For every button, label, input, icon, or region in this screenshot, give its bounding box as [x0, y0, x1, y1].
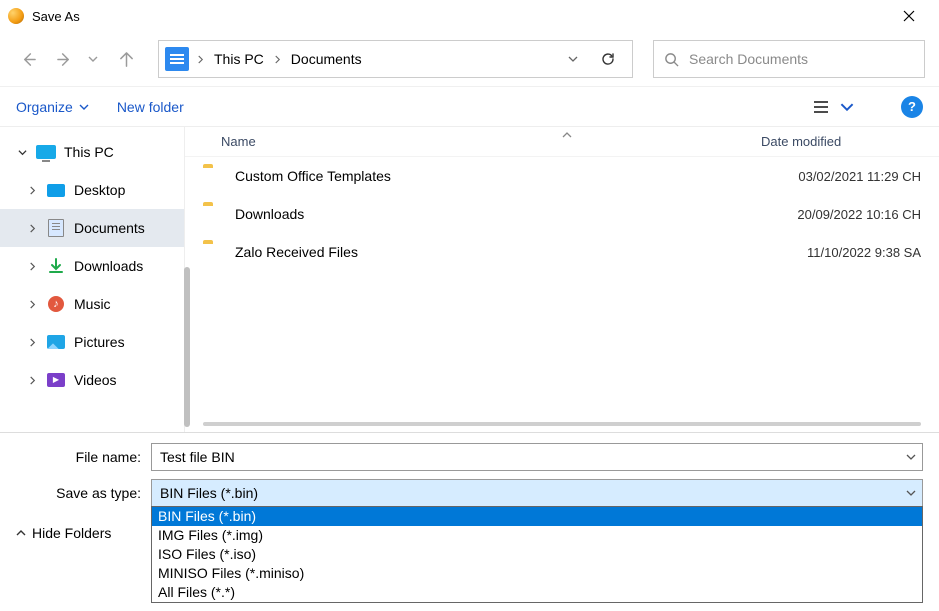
file-date: 20/09/2022 10:16 CH — [761, 207, 921, 222]
file-date: 03/02/2021 11:29 CH — [761, 169, 921, 184]
address-history-dropdown[interactable] — [562, 54, 584, 64]
expand-icon[interactable] — [26, 262, 38, 271]
arrow-up-icon — [119, 52, 134, 67]
folder-row[interactable]: Downloads 20/09/2022 10:16 CH — [185, 195, 939, 233]
chevron-down-icon — [88, 54, 98, 64]
expand-icon[interactable] — [26, 224, 38, 233]
tree-item-this-pc[interactable]: This PC — [0, 133, 184, 171]
folder-row[interactable]: Custom Office Templates 03/02/2021 11:29… — [185, 157, 939, 195]
list-view-icon — [813, 100, 829, 114]
file-name: Zalo Received Files — [235, 244, 761, 260]
sort-indicator-icon — [562, 127, 572, 142]
nav-forward-button[interactable] — [50, 45, 78, 73]
tree-label: Documents — [74, 220, 176, 236]
organize-label: Organize — [16, 99, 73, 115]
file-name-label: File name: — [16, 449, 151, 465]
hide-folders-label: Hide Folders — [32, 525, 111, 541]
tree-label: This PC — [64, 144, 176, 160]
expand-icon[interactable] — [26, 186, 38, 195]
refresh-icon — [600, 51, 616, 67]
pictures-icon — [47, 335, 65, 349]
save-type-value: BIN Files (*.bin) — [160, 485, 258, 501]
documents-icon — [48, 219, 64, 237]
search-box[interactable]: Search Documents — [653, 40, 925, 78]
hide-folders-button[interactable]: Hide Folders — [16, 525, 111, 541]
desktop-icon — [47, 184, 65, 197]
type-option[interactable]: ISO Files (*.iso) — [152, 545, 922, 564]
expand-icon[interactable] — [26, 300, 38, 309]
nav-up-button[interactable] — [112, 45, 140, 73]
folder-row[interactable]: Zalo Received Files 11/10/2022 9:38 SA — [185, 233, 939, 271]
downloads-icon — [46, 257, 66, 275]
videos-icon — [47, 373, 65, 387]
arrow-right-icon — [57, 52, 72, 67]
tree-label: Desktop — [74, 182, 176, 198]
tree-item-documents[interactable]: Documents — [0, 209, 184, 247]
tree-item-desktop[interactable]: Desktop — [0, 171, 184, 209]
help-button[interactable]: ? — [901, 96, 923, 118]
column-header-name[interactable]: Name — [203, 134, 761, 149]
arrow-left-icon — [21, 52, 36, 67]
file-list-scrollbar[interactable] — [203, 422, 921, 426]
tree-item-pictures[interactable]: Pictures — [0, 323, 184, 361]
tree-item-downloads[interactable]: Downloads — [0, 247, 184, 285]
type-option[interactable]: IMG Files (*.img) — [152, 526, 922, 545]
breadcrumb-sep-icon — [195, 55, 206, 64]
save-type-dropdown-icon — [906, 485, 916, 501]
view-options-button[interactable] — [813, 100, 855, 114]
breadcrumb-documents[interactable]: Documents — [289, 49, 364, 69]
nav-back-button[interactable] — [14, 45, 42, 73]
nav-history-dropdown[interactable] — [86, 54, 100, 64]
tree-item-music[interactable]: Music — [0, 285, 184, 323]
breadcrumb-sep-icon — [272, 55, 283, 64]
navigation-tree: This PC Desktop Documents Downloads Musi… — [0, 127, 185, 432]
expand-icon[interactable] — [26, 376, 38, 385]
chevron-up-icon — [16, 528, 26, 538]
file-name: Custom Office Templates — [235, 168, 761, 184]
window-title: Save As — [32, 9, 80, 24]
this-pc-icon — [36, 145, 56, 159]
expand-icon[interactable] — [26, 338, 38, 347]
type-option[interactable]: All Files (*.*) — [152, 583, 922, 602]
file-date: 11/10/2022 9:38 SA — [761, 245, 921, 260]
new-folder-button[interactable]: New folder — [117, 99, 184, 115]
chevron-down-icon — [79, 102, 89, 112]
column-header-date[interactable]: Date modified — [761, 134, 921, 149]
search-placeholder: Search Documents — [689, 51, 808, 67]
tree-label: Videos — [74, 372, 176, 388]
collapse-icon[interactable] — [16, 148, 28, 157]
tree-item-videos[interactable]: Videos — [0, 361, 184, 399]
address-bar[interactable]: This PC Documents — [158, 40, 633, 78]
close-icon — [903, 10, 915, 22]
file-name-input[interactable]: Test file BIN — [151, 443, 923, 471]
search-icon — [664, 52, 679, 67]
app-icon — [8, 8, 24, 24]
file-list: Name Date modified Custom Office Templat… — [185, 127, 939, 432]
file-name-value: Test file BIN — [160, 449, 235, 465]
refresh-button[interactable] — [590, 51, 626, 67]
location-icon — [165, 47, 189, 71]
file-name: Downloads — [235, 206, 761, 222]
tree-label: Downloads — [74, 258, 176, 274]
tree-label: Music — [74, 296, 176, 312]
file-name-dropdown[interactable] — [906, 449, 916, 465]
type-option[interactable]: MINISO Files (*.miniso) — [152, 564, 922, 583]
save-type-select[interactable]: BIN Files (*.bin) — [151, 479, 923, 507]
music-icon — [48, 296, 64, 312]
save-type-dropdown-list: BIN Files (*.bin) IMG Files (*.img) ISO … — [151, 506, 923, 603]
breadcrumb-this-pc[interactable]: This PC — [212, 49, 266, 69]
close-button[interactable] — [887, 1, 931, 31]
type-option[interactable]: BIN Files (*.bin) — [152, 507, 922, 526]
organize-menu[interactable]: Organize — [16, 99, 89, 115]
chevron-down-icon — [839, 100, 855, 114]
tree-label: Pictures — [74, 334, 176, 350]
save-type-label: Save as type: — [16, 485, 151, 501]
